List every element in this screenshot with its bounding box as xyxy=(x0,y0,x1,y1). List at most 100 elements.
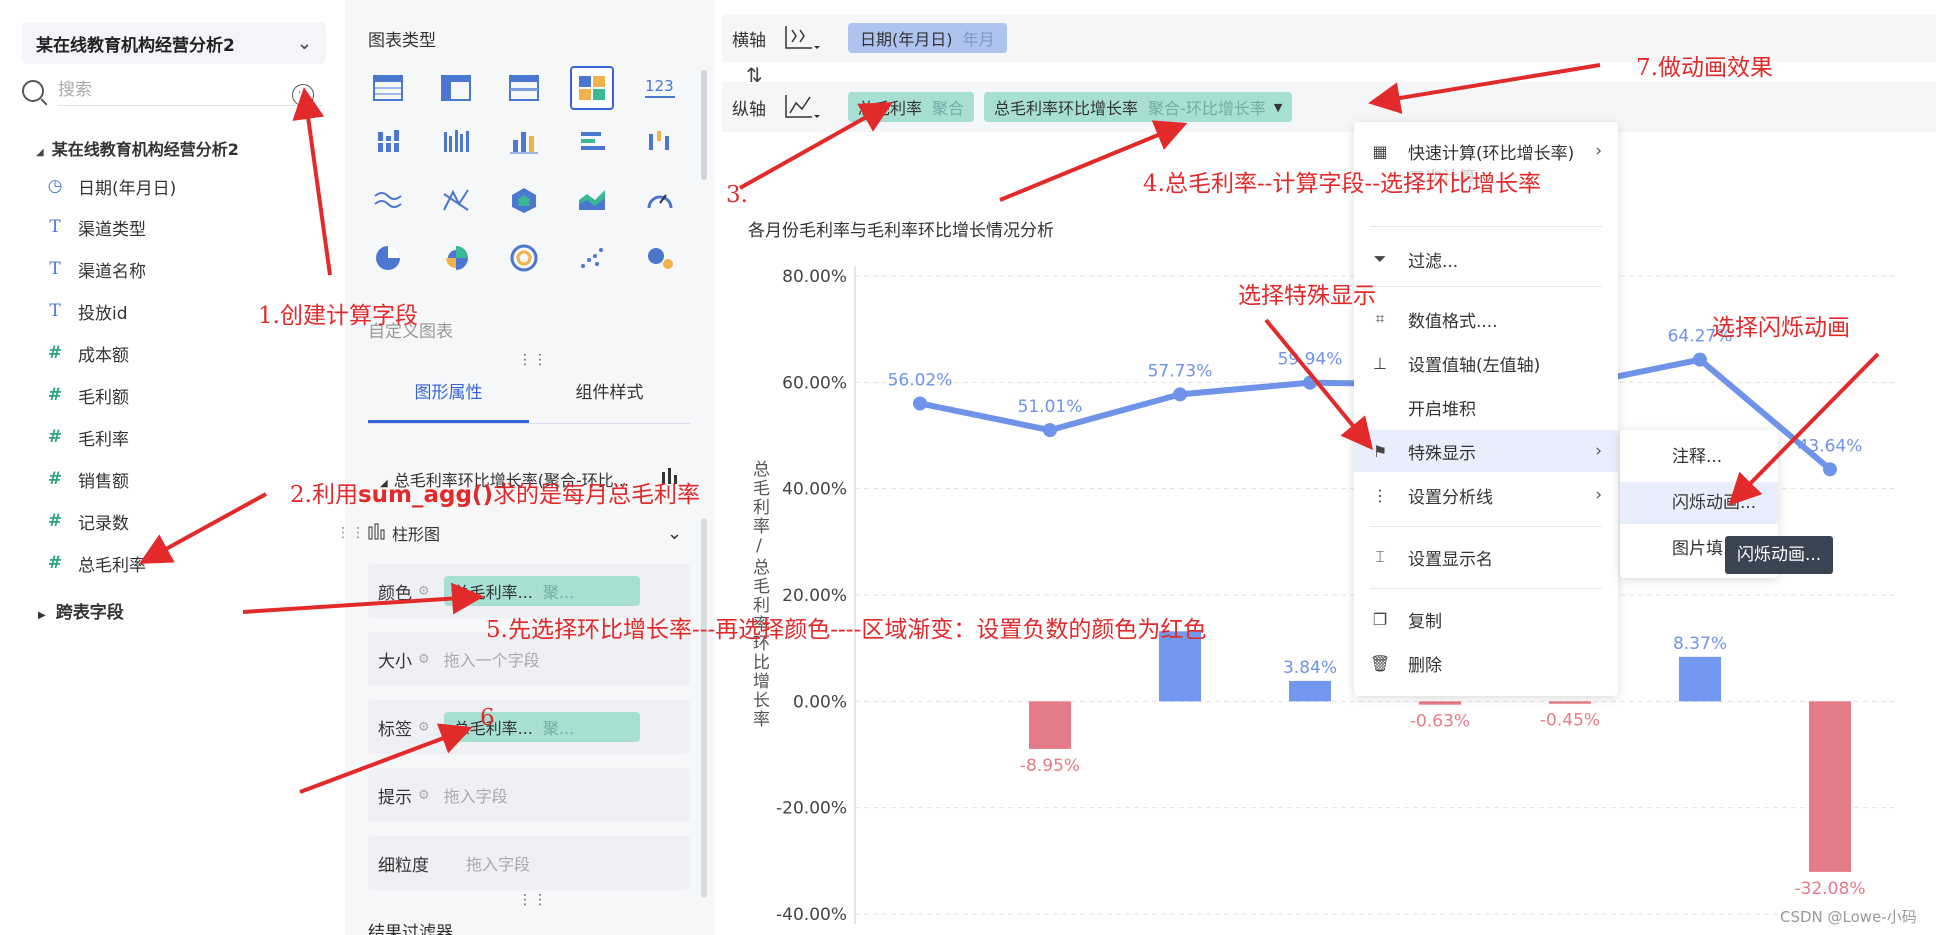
radar-line-icon[interactable] xyxy=(434,178,478,222)
menu-delete[interactable]: 🗑 删除 xyxy=(1354,642,1618,684)
tab-graph-properties[interactable]: 图形属性 xyxy=(368,364,529,423)
gear-icon[interactable]: ⚙ xyxy=(418,584,430,599)
drag-handle-icon[interactable]: ⋮⋮ xyxy=(518,892,548,908)
y-tick-label: 60.00% xyxy=(782,373,847,393)
menu-analysis-line[interactable]: ⋮ 设置分析线 › xyxy=(1354,474,1618,516)
date-icon: ◷ xyxy=(47,176,63,196)
cross-table-fields[interactable]: ▶ 跨表字段 xyxy=(38,598,124,623)
menu-copy[interactable]: ❐ 复制 xyxy=(1354,598,1618,640)
gauge-icon[interactable] xyxy=(638,178,682,222)
x-axis-icon[interactable] xyxy=(782,22,822,54)
multi-ring-icon[interactable] xyxy=(502,236,546,280)
y-axis-icon[interactable] xyxy=(782,91,822,123)
x-axis-field-pill[interactable]: 日期(年月日) 年月 xyxy=(848,23,1007,53)
menu-value-axis[interactable]: ⊥ 设置值轴(左值轴) xyxy=(1354,342,1618,384)
y-tick-label: 0.00% xyxy=(793,692,847,712)
annotation-4: 4.总毛利率--计算字段--选择环比增长率 xyxy=(1143,171,1542,197)
gear-icon[interactable]: ⚙ xyxy=(418,652,430,667)
rose-chart-icon[interactable] xyxy=(434,236,478,280)
text-type-icon: T xyxy=(49,259,61,279)
more-options-icon[interactable]: ··· xyxy=(292,84,314,106)
search-input[interactable]: 搜索 xyxy=(58,76,322,106)
cross-table-icon[interactable] xyxy=(434,66,478,110)
number-type-icon: # xyxy=(47,385,63,405)
menu-number-format[interactable]: ⌗ 数值格式.... xyxy=(1354,298,1618,340)
tree-root[interactable]: ◢ 某在线教育机构经营分析2 xyxy=(36,136,239,160)
custom-chart-icon[interactable] xyxy=(570,66,614,110)
area-chart-icon[interactable] xyxy=(570,178,614,222)
radar-chart-icon[interactable] xyxy=(502,178,546,222)
submenu-annotation[interactable]: 注释... xyxy=(1620,436,1778,478)
field-search[interactable]: 搜索 xyxy=(22,76,322,106)
gear-icon[interactable]: ⚙ xyxy=(418,720,430,735)
pill-agg: 聚... xyxy=(542,583,575,602)
menu-rename[interactable]: ⌶ 设置显示名 xyxy=(1354,536,1618,578)
line-point xyxy=(913,396,927,411)
group-table-icon[interactable] xyxy=(502,66,546,110)
drag-handle-icon[interactable]: ⋮⋮ xyxy=(336,525,366,541)
field-item[interactable]: ◷ 日期(年月日) xyxy=(44,173,177,199)
chart-style-selector[interactable]: 柱形图 ⌄ xyxy=(368,518,690,548)
bar-chart-icon xyxy=(368,522,386,544)
drop-zone[interactable]: 拖入一个字段 xyxy=(444,647,540,671)
y-tick-label: 20.00% xyxy=(782,586,847,606)
field-item[interactable]: T 渠道类型 xyxy=(44,214,146,240)
y-field-pill-growth[interactable]: 总毛利率环比增长率 聚合-环比增长率 ▼ xyxy=(984,92,1293,122)
bar xyxy=(1419,701,1461,705)
y-axis-label: 纵轴 xyxy=(732,99,766,120)
scrollbar[interactable] xyxy=(701,518,707,898)
drop-zone[interactable]: 拖入字段 xyxy=(466,851,530,875)
menu-stack[interactable]: 开启堆积 xyxy=(1354,386,1618,428)
menu-label: 删除 xyxy=(1408,655,1442,676)
drop-zone[interactable]: 拖入字段 xyxy=(444,783,508,807)
dataset-selector[interactable]: 某在线教育机构经营分析2 ⌄ xyxy=(22,22,326,64)
stacked-bar-icon[interactable] xyxy=(366,120,410,164)
submenu-flash-animation[interactable]: 闪烁动画... xyxy=(1620,482,1778,524)
bar xyxy=(1029,701,1071,749)
grouped-bar-icon[interactable] xyxy=(434,120,478,164)
flag-icon: ⚑ xyxy=(1372,441,1388,461)
menu-label: 设置分析线 xyxy=(1408,487,1493,508)
menu-filter[interactable]: ⏷ 过滤... xyxy=(1354,238,1618,280)
number-type-icon: # xyxy=(47,343,63,363)
line-data-label: 56.02% xyxy=(888,370,953,390)
y-field-pill[interactable]: 总毛利率 聚合 xyxy=(848,92,975,122)
field-item[interactable]: # 成本额 xyxy=(44,340,129,366)
column-chart-icon[interactable] xyxy=(502,120,546,164)
kpi-icon[interactable]: 123 xyxy=(638,66,682,110)
granularity-property[interactable]: 细粒度 拖入字段 xyxy=(368,836,690,890)
field-item[interactable]: T 渠道名称 xyxy=(44,256,146,282)
field-item[interactable]: T 投放id xyxy=(44,298,127,324)
tab-component-style[interactable]: 组件样式 xyxy=(529,364,690,423)
field-item[interactable]: # 记录数 xyxy=(44,508,129,534)
pill-agg: 聚... xyxy=(542,719,575,738)
line-chart-icon[interactable] xyxy=(366,178,410,222)
field-item[interactable]: # 总毛利率 xyxy=(44,550,146,576)
field-context-menu: ▦ 快速计算(环比增长率) › 二次计算 ⏷ 过滤... ⌗ 数值格式.... ⊥ 设置值… xyxy=(1354,122,1618,696)
scatter-icon[interactable] xyxy=(570,236,614,280)
tooltip-property[interactable]: 提示 ⚙ 拖入字段 xyxy=(368,768,690,822)
color-field-pill[interactable]: 总毛利率... 聚... xyxy=(443,576,640,606)
pie-chart-icon[interactable] xyxy=(366,236,410,280)
menu-special-display[interactable]: ⚑ 特殊显示 › xyxy=(1354,430,1618,472)
label-property[interactable]: 标签 ⚙ 总毛利率... 聚... xyxy=(368,700,690,754)
field-panel: 某在线教育机构经营分析2 ⌄ 搜索 ··· ◢ 某在线教育机构经营分析2 ◷ 日期(… xyxy=(0,0,345,935)
bubble-chart-icon[interactable] xyxy=(638,236,682,280)
bar-chart-icon[interactable] xyxy=(570,120,614,164)
scrollbar[interactable] xyxy=(701,70,707,180)
tree-root-label: 某在线教育机构经营分析2 xyxy=(51,140,239,159)
field-item[interactable]: # 毛利额 xyxy=(44,382,129,408)
label-field-pill[interactable]: 总毛利率... 聚... xyxy=(443,712,640,742)
menu-divider xyxy=(1370,286,1602,287)
collapse-triangle-icon: ◢ xyxy=(36,147,44,158)
bar-data-label: 8.37% xyxy=(1673,634,1727,654)
field-item[interactable]: # 销售额 xyxy=(44,466,129,492)
detail-table-icon[interactable] xyxy=(366,66,410,110)
annotation-2-rest: 求的是每月总毛利率 xyxy=(492,482,700,508)
pill-name: 日期(年月日) xyxy=(860,30,953,49)
range-bar-icon[interactable] xyxy=(638,120,682,164)
gear-icon[interactable]: ⚙ xyxy=(418,788,430,803)
field-item[interactable]: # 毛利率 xyxy=(44,424,129,450)
annotation-6: 6 xyxy=(480,705,495,731)
caret-down-icon[interactable]: ▼ xyxy=(1274,101,1282,114)
